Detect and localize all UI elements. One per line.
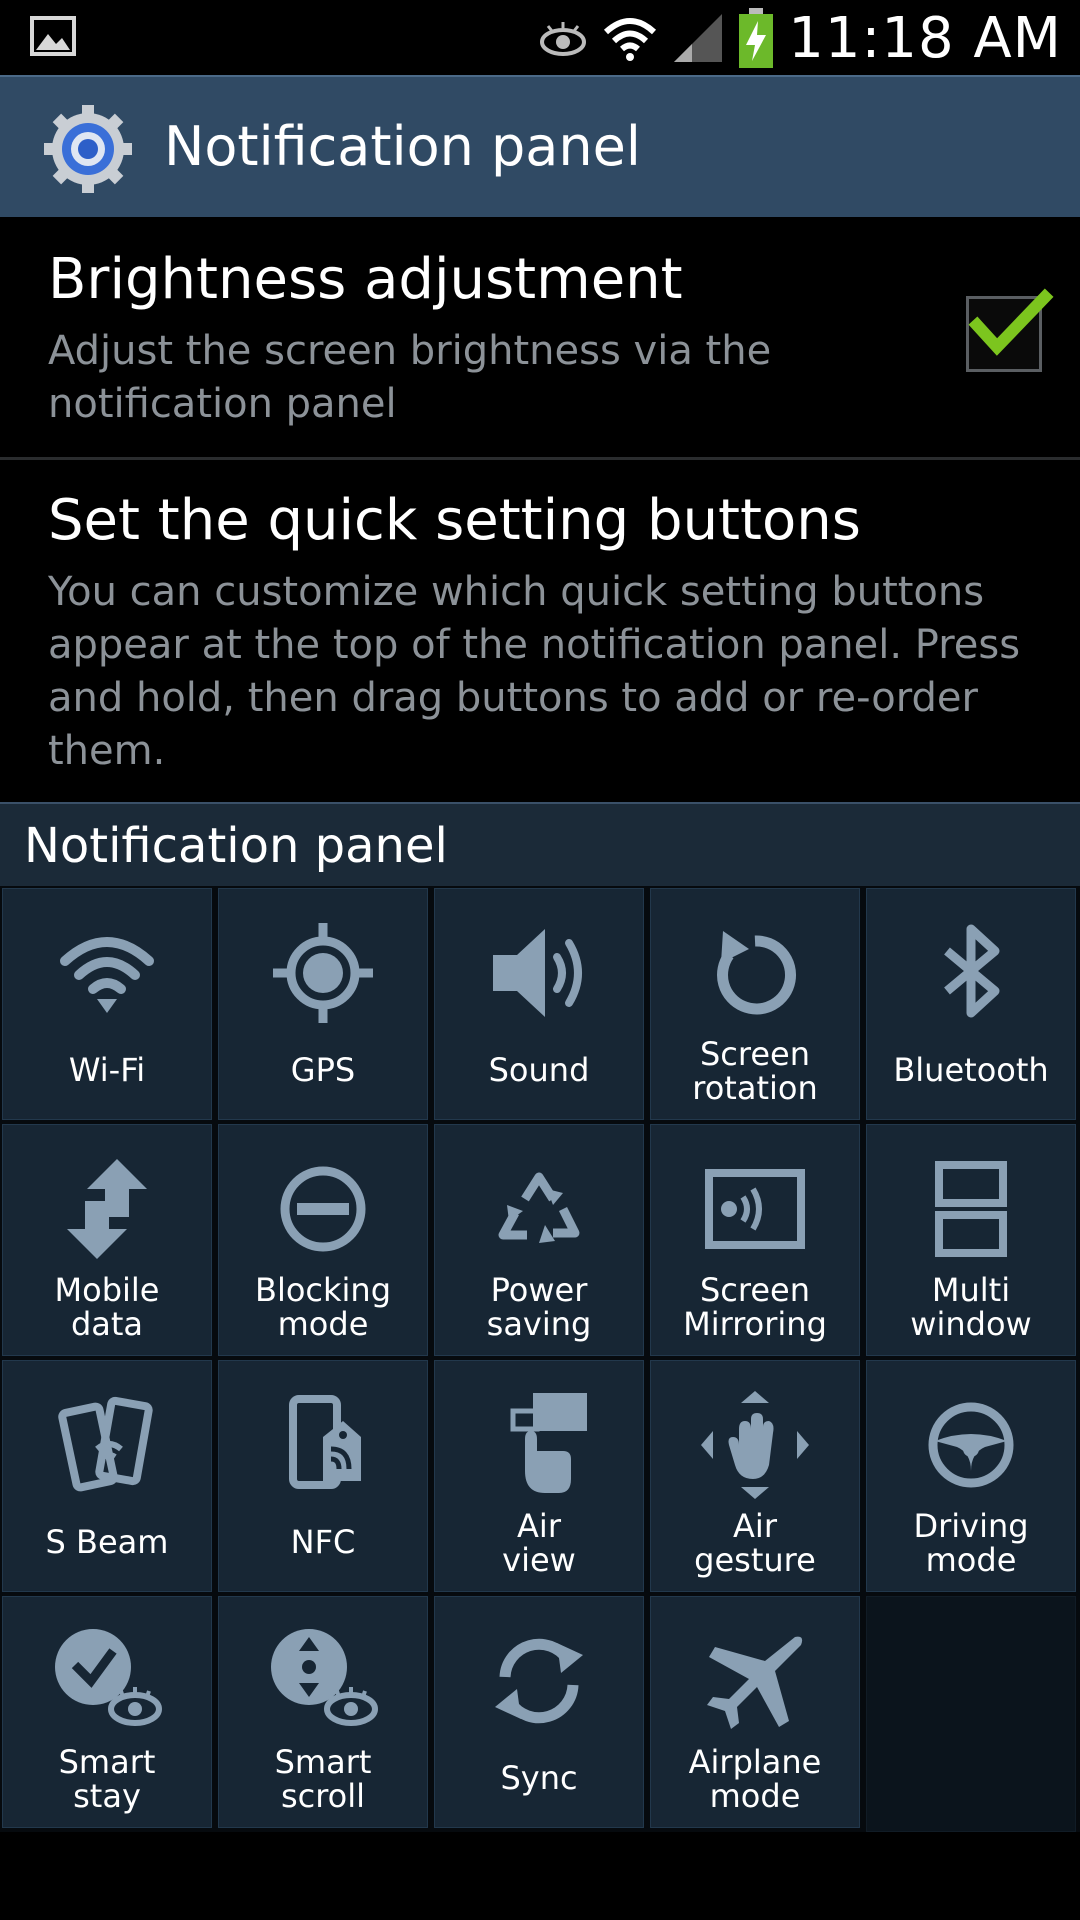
tile-label: Smart [58,1743,156,1781]
status-icons: 11:18 AM [538,5,1062,71]
checkmark-icon [968,288,1054,356]
page-title: Notification panel [164,115,641,178]
tile-nfc[interactable]: NFC [218,1360,428,1592]
gps-icon [273,923,373,1023]
air-view-icon [510,1393,587,1493]
brightness-summary-line: notification panel [48,381,397,427]
action-bar: Notification panel [0,75,1080,217]
sync-icon [495,1638,583,1724]
tile-blocking-mode[interactable]: Blocking mode [218,1124,428,1356]
tile-smart-scroll[interactable]: Smart scroll [218,1596,428,1828]
brightness-summary: Adjust the screen brightness via the not… [48,325,771,431]
driving-mode-icon [928,1402,1014,1488]
s-beam-icon [58,1396,153,1492]
tile-label: Screen [699,1035,810,1073]
tile-label: Sound [488,1051,590,1089]
eye-icon [540,22,587,56]
tile-label: GPS [290,1051,356,1089]
quick-settings-summary: You can customize which quick setting bu… [48,566,1020,778]
tile-label: Air [517,1507,561,1545]
tile-multi-window[interactable]: Multi window [866,1124,1076,1356]
tile-smart-stay[interactable]: Smart stay [2,1596,212,1828]
tile-label: mode [925,1541,1017,1579]
status-time: 11:18 AM [788,5,1062,71]
smart-scroll-icon [271,1629,378,1726]
status-bar: 11:18 AM [0,0,1080,75]
tile-label: Multi [931,1271,1011,1309]
blocking-icon [280,1166,366,1252]
tile-mobile-data[interactable]: Mobile data [2,1124,212,1356]
multi-window-icon [935,1161,1007,1257]
tile-label: Sync [500,1759,578,1797]
tile-s-beam[interactable]: S Beam [2,1360,212,1592]
tile-label: Bluetooth [893,1051,1049,1089]
nfc-icon [289,1395,361,1489]
tile-label: Screen [699,1271,810,1309]
battery-charging-icon [739,8,774,68]
air-gesture-icon [701,1391,809,1499]
tile-air-view[interactable]: Air view [434,1360,644,1592]
tile-label: Air [733,1507,777,1545]
tile-screen-rotation[interactable]: Screen rotation [650,888,860,1120]
tile-power-saving[interactable]: Power saving [434,1124,644,1356]
power-saving-icon [498,1172,580,1243]
quick-setting-buttons-row[interactable]: Set the quick setting buttons You can cu… [0,460,1080,800]
tile-gps[interactable]: GPS [218,888,428,1120]
gallery-icon [30,16,76,56]
tile-label: stay [73,1777,141,1815]
quick-settings-summary-line: appear at the top of the notification pa… [48,622,1021,668]
tile-air-gesture[interactable]: Air gesture [650,1360,860,1592]
tile-driving-mode[interactable]: Driving mode [866,1360,1076,1592]
tile-label: rotation [692,1069,818,1107]
quick-settings-title: Set the quick setting buttons [48,488,861,553]
tile-label: Blocking [254,1271,392,1309]
brightness-adjustment-row[interactable]: Brightness adjustment Adjust the screen … [0,217,1080,457]
tile-sound[interactable]: Sound [434,888,644,1120]
tile-label: mode [277,1305,369,1343]
tile-bluetooth[interactable]: Bluetooth [866,888,1076,1120]
tile-label: Smart [274,1743,372,1781]
tile-label: Power [490,1271,588,1309]
tile-label: scroll [280,1777,366,1815]
smart-stay-icon [55,1629,162,1726]
section-title: Notification panel [24,818,448,874]
bluetooth-icon [944,924,1000,1018]
quick-settings-grid: Wi-Fi GPS Sound Screen rotation Bluetoot… [0,886,1080,1832]
brightness-title: Brightness adjustment [48,247,683,312]
signal-icon [674,14,723,62]
wifi-icon [604,18,657,61]
mobile-data-icon [67,1159,147,1259]
rotation-icon [717,931,796,1015]
tile-label: data [70,1305,144,1343]
brightness-summary-line: Adjust the screen brightness via the [48,328,772,374]
tile-sync[interactable]: Sync [434,1596,644,1828]
settings-gear-icon[interactable] [40,101,136,197]
tile-screen-mirroring[interactable]: Screen Mirroring [650,1124,860,1356]
quick-settings-summary-line: them. [48,728,166,774]
tile-label: view [502,1541,576,1579]
wifi-icon [60,937,154,1013]
tile-label: Mirroring [683,1305,827,1343]
tile-label: mode [709,1777,801,1815]
airplane-icon [707,1636,803,1729]
quick-settings-summary-line: You can customize which quick setting bu… [48,569,985,615]
tile-label: gesture [694,1541,816,1579]
screen-mirroring-icon [705,1169,805,1249]
quick-settings-summary-line: and hold, then drag buttons to add or re… [48,675,978,721]
tile-label: saving [486,1305,592,1343]
tile-wifi[interactable]: Wi-Fi [2,888,212,1120]
tile-label: Airplane [688,1743,822,1781]
brightness-checkbox[interactable] [966,288,1054,372]
tile-label: Driving [913,1507,1029,1545]
tile-label: window [910,1305,1032,1343]
section-header: Notification panel [0,802,1080,886]
tile-label: Mobile [54,1271,160,1309]
tile-label: S Beam [45,1523,169,1561]
sound-icon [493,929,582,1017]
tile-empty-slot [866,1596,1076,1832]
tile-label: NFC [290,1523,356,1561]
tile-label: Wi-Fi [68,1051,146,1089]
tile-airplane-mode[interactable]: Airplane mode [650,1596,860,1828]
